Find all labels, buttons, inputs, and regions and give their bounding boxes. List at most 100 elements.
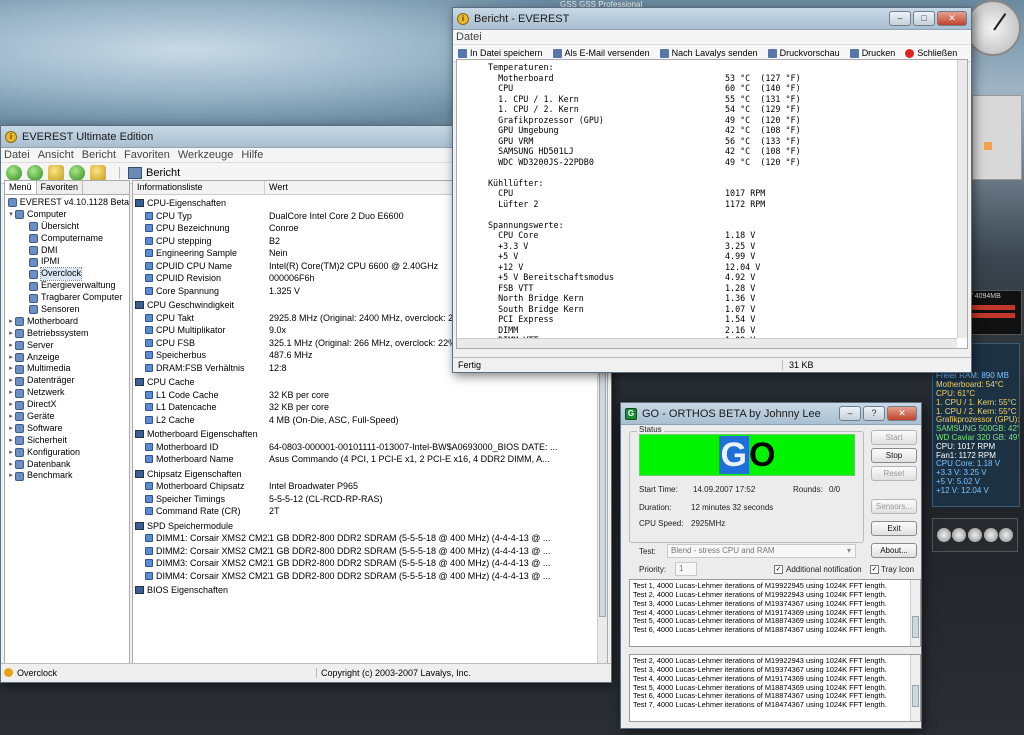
report-toolbar-button[interactable]: Nach Lavalys senden bbox=[659, 48, 758, 58]
tree-item[interactable]: EVEREST v4.10.1128 Beta bbox=[5, 197, 129, 209]
menu-werkzeuge[interactable]: Werkzeuge bbox=[178, 149, 233, 161]
log-scrollbar[interactable] bbox=[910, 655, 920, 721]
gadget-button-icon[interactable] bbox=[983, 528, 998, 542]
expand-icon[interactable]: ▸ bbox=[7, 423, 15, 435]
tree-item[interactable]: ▸ Software bbox=[5, 423, 129, 435]
tab-menu[interactable]: Menü bbox=[5, 181, 37, 194]
expand-icon[interactable]: ▸ bbox=[7, 328, 15, 340]
report-toolbar-button[interactable]: Drucken bbox=[849, 48, 895, 58]
menu-favoriten[interactable]: Favoriten bbox=[124, 149, 170, 161]
expand-icon[interactable]: ▸ bbox=[7, 352, 15, 364]
tree-item[interactable]: Übersicht bbox=[5, 221, 129, 233]
expand-icon[interactable]: ▸ bbox=[7, 470, 15, 482]
tab-favorites[interactable]: Favoriten bbox=[37, 181, 84, 194]
info-row[interactable]: Speicher Timings 5-5-5-12 (CL-RCD-RP-RAS) bbox=[133, 493, 607, 506]
tree-item[interactable]: DMI bbox=[5, 245, 129, 257]
tree-item[interactable]: Energieverwaltung bbox=[5, 280, 129, 292]
expand-icon[interactable]: ▸ bbox=[7, 316, 15, 328]
gadget-button-icon[interactable] bbox=[936, 528, 951, 542]
tree-item[interactable]: IPMI bbox=[5, 256, 129, 268]
info-row[interactable]: DIMM4: Corsair XMS2 CM2X... 1 GB DDR2-800… bbox=[133, 570, 607, 583]
help-button[interactable]: ? bbox=[863, 406, 885, 421]
menu-datei[interactable]: Datei bbox=[456, 31, 482, 43]
info-row[interactable]: Motherboard Chipsatz Intel Broadwater P96… bbox=[133, 480, 607, 493]
tree-item[interactable]: Computername bbox=[5, 233, 129, 245]
log-scrollbar-thumb[interactable] bbox=[912, 685, 919, 707]
monitor-icon[interactable] bbox=[90, 165, 106, 181]
tree-item[interactable]: ▸ Multimedia bbox=[5, 363, 129, 375]
expand-icon[interactable]: ▸ bbox=[7, 399, 15, 411]
tree-item[interactable]: ▸ Datenträger bbox=[5, 375, 129, 387]
test-select-chevron-down-icon[interactable]: ▾ bbox=[847, 546, 851, 555]
report-toolbar-button[interactable]: In Datei speichern bbox=[458, 48, 543, 58]
stop-button[interactable]: Stop bbox=[871, 448, 917, 463]
info-row[interactable]: DIMM1: Corsair XMS2 CM2X... 1 GB DDR2-800… bbox=[133, 532, 607, 545]
gadget-button-icon[interactable] bbox=[952, 528, 967, 542]
tree-item[interactable]: ▸ Geräte bbox=[5, 411, 129, 423]
test-select[interactable]: Blend - stress CPU and RAM bbox=[667, 544, 856, 558]
about-button[interactable]: About... bbox=[871, 543, 917, 558]
info-row[interactable]: Command Rate (CR) 2T bbox=[133, 505, 607, 518]
tree-item[interactable]: ▸ DirectX bbox=[5, 399, 129, 411]
expand-icon[interactable]: ▸ bbox=[7, 447, 15, 459]
report-toolbar-button[interactable]: Als E-Mail versenden bbox=[552, 48, 650, 58]
gadget-button-icon[interactable] bbox=[999, 528, 1014, 542]
tree-item[interactable]: ▸ Konfiguration bbox=[5, 447, 129, 459]
expand-icon[interactable]: ▸ bbox=[7, 340, 15, 352]
info-row[interactable]: DIMM3: Corsair XMS2 CM2X... 1 GB DDR2-800… bbox=[133, 557, 607, 570]
tree-item[interactable]: ▸ Benchmark bbox=[5, 470, 129, 482]
tree-item[interactable]: Sensoren bbox=[5, 304, 129, 316]
close-button[interactable]: ✕ bbox=[937, 11, 967, 26]
expand-icon[interactable]: ▸ bbox=[7, 375, 15, 387]
tree-item[interactable]: ▸ Netzwerk bbox=[5, 387, 129, 399]
expand-icon[interactable]: ▸ bbox=[7, 435, 15, 447]
tree-item[interactable]: ▸ Betriebssystem bbox=[5, 328, 129, 340]
tree-item[interactable]: ▸ Motherboard bbox=[5, 316, 129, 328]
menu-ansicht[interactable]: Ansicht bbox=[38, 149, 74, 161]
report-toolbar-button[interactable]: Schließen bbox=[905, 48, 957, 58]
menu-bericht[interactable]: Bericht bbox=[82, 149, 116, 161]
menu-datei[interactable]: Datei bbox=[4, 149, 30, 161]
info-row[interactable]: Motherboard ID 64-0803-000001-00101111-01… bbox=[133, 441, 607, 454]
info-row[interactable]: DIMM2: Corsair XMS2 CM2X... 1 GB DDR2-800… bbox=[133, 545, 607, 558]
info-row[interactable]: L2 Cache 4 MB (On-Die, ASC, Full-Speed) bbox=[133, 414, 607, 427]
close-button[interactable]: ✕ bbox=[887, 406, 917, 421]
back-arrow-icon[interactable] bbox=[6, 165, 22, 181]
maximize-button[interactable]: □ bbox=[913, 11, 935, 26]
info-row[interactable]: L1 Code Cache 32 KB per core bbox=[133, 389, 607, 402]
menu-hilfe[interactable]: Hilfe bbox=[241, 149, 263, 161]
gadget-button-icon[interactable] bbox=[967, 528, 982, 542]
tray-icon-checkbox[interactable]: ✓ bbox=[870, 565, 879, 574]
expand-icon[interactable]: ▸ bbox=[7, 411, 15, 423]
sensors-button[interactable]: Sensors... bbox=[871, 499, 917, 514]
log-scrollbar-thumb[interactable] bbox=[912, 616, 919, 638]
tree-item[interactable]: ▾ Computer bbox=[5, 209, 129, 221]
tree-item[interactable]: Tragbarer Computer bbox=[5, 292, 129, 304]
tree-item[interactable]: ▸ Sicherheit bbox=[5, 435, 129, 447]
expand-icon[interactable]: ▸ bbox=[7, 363, 15, 375]
tree-item[interactable]: ▸ Server bbox=[5, 340, 129, 352]
info-row[interactable]: L1 Datencache 32 KB per core bbox=[133, 401, 607, 414]
report-horizontal-scrollbar[interactable] bbox=[457, 338, 957, 348]
tree-item[interactable]: ▸ Datenbank bbox=[5, 459, 129, 471]
refresh-icon[interactable] bbox=[69, 165, 85, 181]
report-titlebar[interactable]: i Bericht - EVEREST – □ ✕ bbox=[453, 8, 971, 30]
tree-item[interactable]: Overclock bbox=[5, 267, 129, 282]
column-header-info[interactable]: Informationsliste bbox=[133, 181, 265, 194]
minimize-button[interactable]: – bbox=[889, 11, 911, 26]
forward-arrow-icon[interactable] bbox=[27, 165, 43, 181]
additional-notification-checkbox[interactable]: ✓ bbox=[774, 565, 783, 574]
expand-icon[interactable]: ▸ bbox=[7, 387, 15, 399]
orthos-titlebar[interactable]: G GO - ORTHOS BETA by Johnny Lee – ? ✕ bbox=[621, 403, 921, 425]
tree-item[interactable]: ▸ Anzeige bbox=[5, 352, 129, 364]
info-row[interactable]: Motherboard Name Asus Commando (4 PCI, 1 … bbox=[133, 453, 607, 466]
report-toolbar-button[interactable]: Druckvorschau bbox=[767, 48, 840, 58]
up-folder-icon[interactable] bbox=[48, 165, 64, 181]
reset-button[interactable]: Reset bbox=[871, 466, 917, 481]
report-vertical-scrollbar[interactable] bbox=[957, 60, 967, 338]
collapse-icon[interactable]: ▾ bbox=[7, 209, 15, 221]
exit-button[interactable]: Exit bbox=[871, 521, 917, 536]
expand-icon[interactable]: ▸ bbox=[7, 459, 15, 471]
column-header-value[interactable]: Wert bbox=[265, 181, 288, 194]
minimize-button[interactable]: – bbox=[839, 406, 861, 421]
